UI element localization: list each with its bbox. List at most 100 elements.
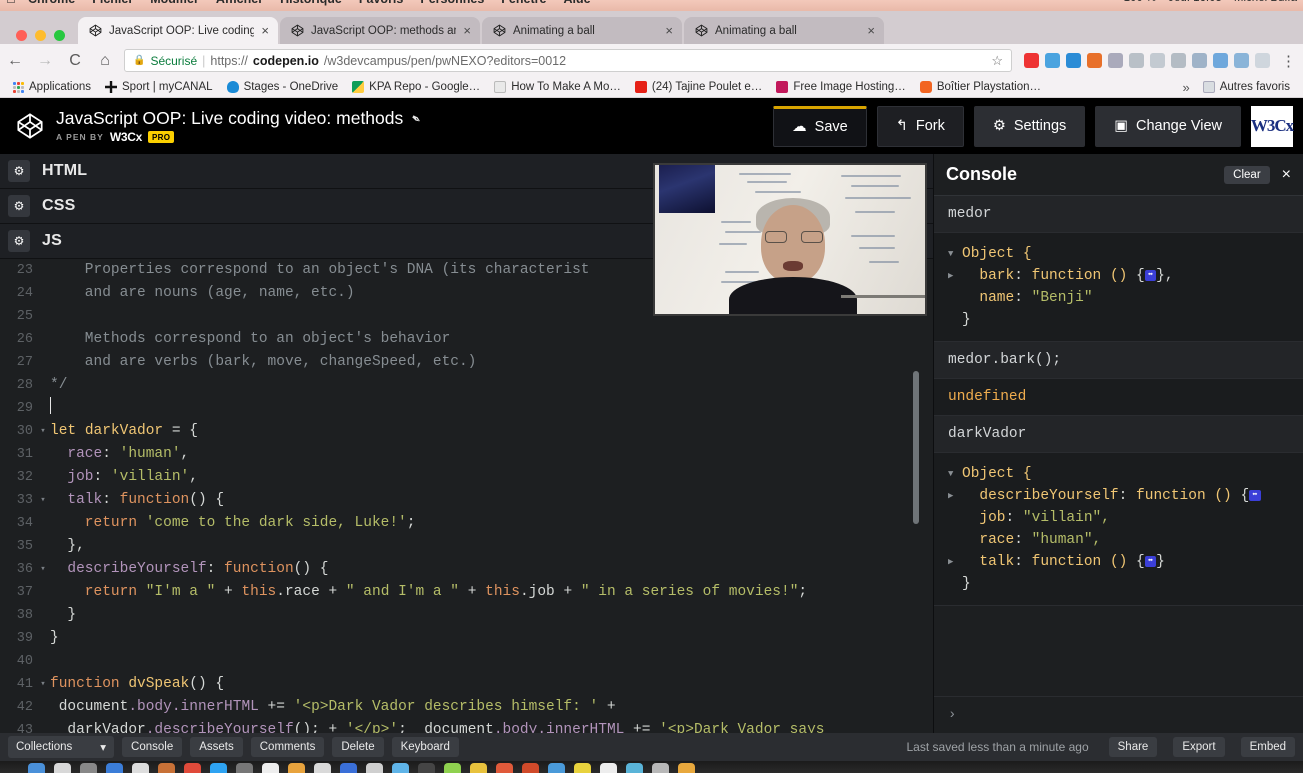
chevron-down-icon[interactable] [948, 463, 962, 485]
code-line[interactable]: 27 and are verbs (bark, move, changeSpee… [0, 351, 933, 374]
extension-icon-3[interactable] [1066, 53, 1081, 68]
code-line[interactable]: 41 ▾ function dvSpeak() { [0, 673, 933, 696]
tab-close-icon[interactable]: × [261, 24, 269, 37]
dock-icon-20[interactable] [522, 763, 539, 773]
menu-modifier[interactable]: Modifier [150, 0, 199, 6]
author-name[interactable]: W3Cx [110, 130, 142, 144]
dock-icon-19[interactable] [496, 763, 513, 773]
extension-icon-4[interactable] [1087, 53, 1102, 68]
chevron-right-icon[interactable] [948, 265, 962, 287]
fold-toggle-icon[interactable]: ▾ [38, 673, 48, 696]
live-coding-webcam-video[interactable] [653, 163, 927, 316]
extension-icon-1[interactable] [1024, 53, 1039, 68]
fold-toggle-icon[interactable]: ▾ [38, 558, 48, 581]
dock-icon-23[interactable] [600, 763, 617, 773]
tab-close-icon[interactable]: × [867, 24, 875, 37]
dock-icon-5[interactable] [132, 763, 149, 773]
bookmark-applications[interactable]: Applications [6, 81, 98, 93]
star-icon[interactable]: ☆ [991, 53, 1003, 69]
console-button[interactable]: Console [122, 737, 183, 757]
bookmark-other-favorites[interactable]: Autres favoris [1196, 81, 1297, 93]
embed-button[interactable]: Embed [1240, 737, 1295, 757]
console-input-row[interactable]: darkVador [934, 416, 1303, 453]
chevron-right-icon[interactable] [948, 485, 962, 507]
tab-close-icon[interactable]: × [665, 24, 673, 37]
collections-dropdown[interactable]: Collections ▾ [8, 736, 115, 758]
home-button[interactable]: ⌂ [90, 52, 120, 70]
code-lines[interactable]: 23 Properties correspond to an object's … [0, 259, 933, 733]
bookmark-tajine-poulet[interactable]: (24) Tajine Poulet e… [628, 81, 769, 93]
dock-icon-7[interactable] [184, 763, 201, 773]
console-input-prompt[interactable]: › [934, 696, 1303, 733]
console-output[interactable]: medorObject { bark: function () {⬌}, nam… [934, 196, 1303, 696]
tab-close-icon[interactable]: × [463, 24, 471, 37]
object-header[interactable]: Object { [948, 243, 1291, 265]
chevron-down-icon[interactable] [948, 243, 962, 265]
menu-favoris[interactable]: Favoris [359, 0, 403, 6]
macos-dock[interactable] [0, 761, 1303, 773]
extension-icons[interactable] [1024, 53, 1278, 68]
macos-menu-items[interactable]: Chrome Fichier Modifier Afficher Histori… [28, 0, 591, 6]
dock-icon-22[interactable] [574, 763, 591, 773]
close-icon[interactable]: × [1278, 166, 1295, 184]
dock-icon-9[interactable] [236, 763, 253, 773]
codepen-logo-icon[interactable] [16, 112, 44, 140]
code-line[interactable]: 34 return 'come to the dark side, Luke!'… [0, 512, 933, 535]
pin-icon[interactable]: ✒ [408, 110, 424, 127]
dock-icon-16[interactable] [418, 763, 435, 773]
browser-tab-3[interactable]: Animating a ball × [482, 17, 682, 44]
maximize-window-button[interactable] [54, 30, 65, 41]
extension-icon-11[interactable] [1234, 53, 1249, 68]
dock-icon-finder[interactable] [28, 763, 45, 773]
object-property[interactable]: name: "Benji" [948, 287, 1291, 309]
save-button[interactable]: ☁ Save [773, 105, 867, 147]
comments-button[interactable]: Comments [250, 737, 325, 757]
code-editor[interactable]: 23 Properties correspond to an object's … [0, 259, 933, 733]
extension-icon-10[interactable] [1213, 53, 1228, 68]
code-line[interactable]: 37 return "I'm a " + this.race + " and I… [0, 581, 933, 604]
object-property[interactable]: describeYourself: function () {⬌ [948, 485, 1291, 507]
share-button[interactable]: Share [1108, 737, 1158, 757]
menu-fenetre[interactable]: Fenêtre [501, 0, 546, 6]
apple-icon[interactable]:  [6, 0, 16, 6]
fork-button[interactable]: ↰ Fork [876, 105, 964, 147]
keyboard-button[interactable]: Keyboard [391, 737, 459, 757]
code-line[interactable]: 42 document.body.innerHTML += '<p>Dark V… [0, 696, 933, 719]
dock-icon-4[interactable] [106, 763, 123, 773]
dock-icon-15[interactable] [392, 763, 409, 773]
menu-fichier[interactable]: Fichier [92, 0, 133, 6]
menu-personnes[interactable]: Personnes [420, 0, 484, 6]
code-line[interactable]: 40 [0, 650, 933, 673]
object-header[interactable]: Object { [948, 463, 1291, 485]
object-property[interactable]: job: "villain", [948, 507, 1291, 529]
forward-button[interactable]: → [30, 52, 60, 70]
code-line[interactable]: 43 darkVador.describeYourself(); + '</p>… [0, 719, 933, 733]
macos-status-items[interactable]: 100 % Jeu. 16:05 Michel Buffa [1124, 0, 1297, 4]
code-line[interactable]: 39} [0, 627, 933, 650]
assets-button[interactable]: Assets [190, 737, 243, 757]
gear-icon[interactable]: ⚙ [8, 160, 30, 182]
bookmark-kpa-repo[interactable]: KPA Repo - Google… [345, 81, 487, 93]
dock-icon-14[interactable] [366, 763, 383, 773]
object-property[interactable]: talk: function () {⬌} [948, 551, 1291, 573]
code-line[interactable]: 31 race: 'human', [0, 443, 933, 466]
fold-toggle-icon[interactable]: ▾ [38, 420, 48, 443]
dock-icon-21[interactable] [548, 763, 565, 773]
clock[interactable]: Jeu. 16:05 [1168, 0, 1222, 4]
code-line[interactable]: 30 ▾ let darkVador = { [0, 420, 933, 443]
dock-icon-24[interactable] [626, 763, 643, 773]
code-line[interactable]: 35 }, [0, 535, 933, 558]
expand-function-pill[interactable]: ⬌ [1144, 556, 1157, 567]
gear-icon[interactable]: ⚙ [8, 195, 30, 217]
dock-icon-3[interactable] [80, 763, 97, 773]
browser-tab-1[interactable]: JavaScript OOP: Live coding v × [78, 17, 278, 44]
code-line[interactable]: 26 Methods correspond to an object's beh… [0, 328, 933, 351]
dock-items[interactable] [28, 763, 695, 773]
bookmark-sport-mycanal[interactable]: Sport | myCANAL [98, 81, 220, 93]
address-bar[interactable]: 🔒 Sécurisé | https:// codepen.io/w3devcam… [124, 49, 1012, 72]
extension-icon-9[interactable] [1192, 53, 1207, 68]
browser-tab-2[interactable]: JavaScript OOP: methods and × [280, 17, 480, 44]
expand-function-pill[interactable]: ⬌ [1249, 490, 1261, 501]
menu-aide[interactable]: Aide [563, 0, 590, 6]
menu-afficher[interactable]: Afficher [216, 0, 263, 6]
